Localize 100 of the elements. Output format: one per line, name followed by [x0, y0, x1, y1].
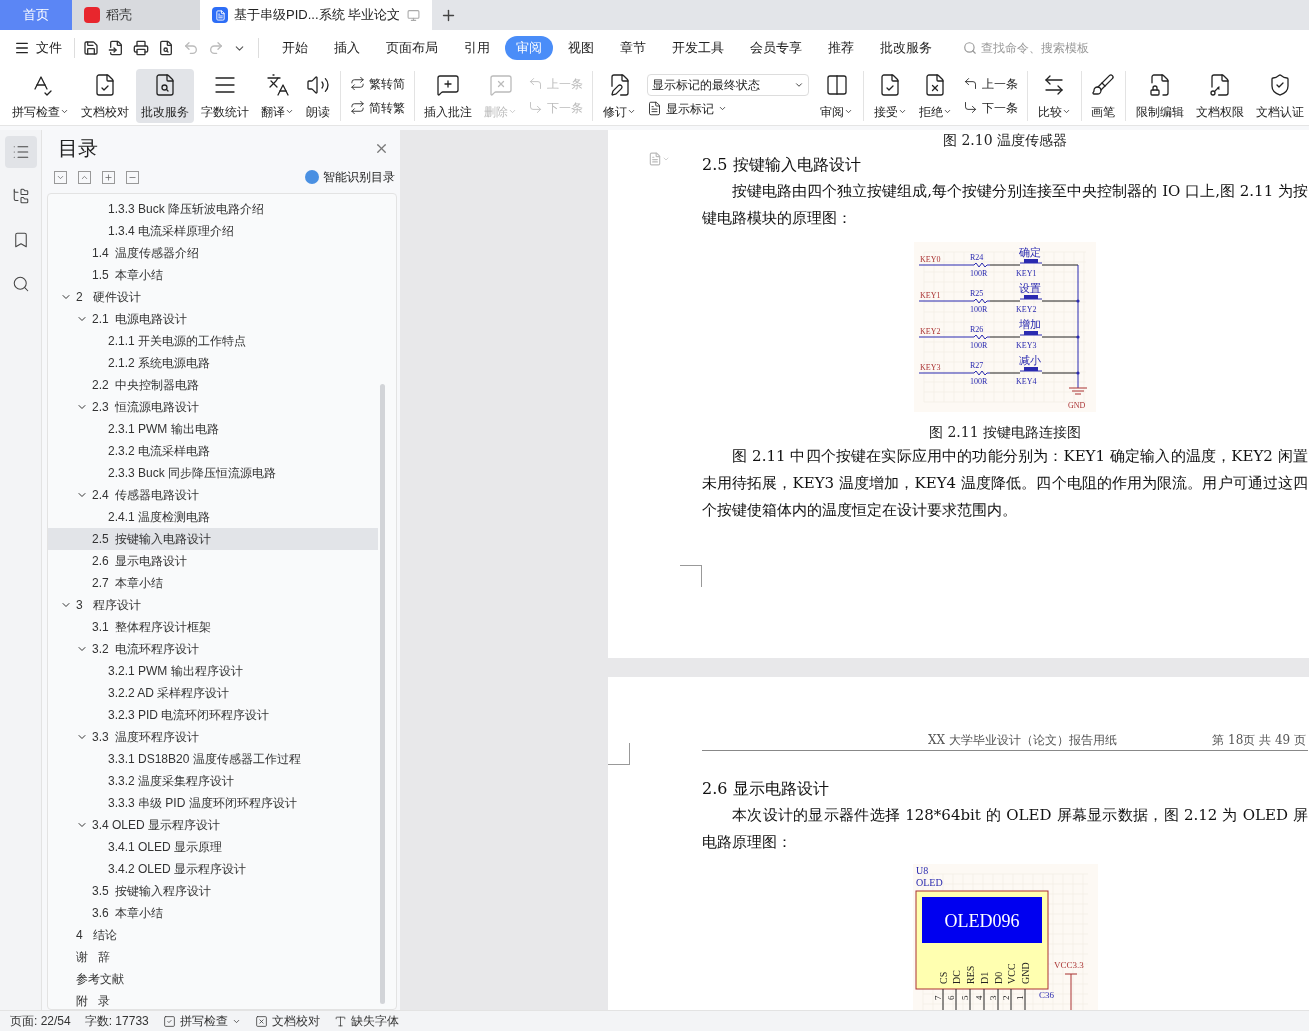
schematic-label: 100R [970, 377, 988, 386]
file-menu[interactable]: 文件 [14, 38, 62, 58]
outline-item[interactable]: 2.2 中央控制器电路 [48, 374, 378, 396]
next-icon [962, 100, 978, 115]
outline-item[interactable]: 1.5 本章小结 [48, 264, 378, 286]
schematic-label: DC [950, 970, 962, 984]
menu-tab[interactable]: 插入 [323, 36, 371, 60]
smart-toc-button[interactable]: 智能识别目录 [305, 168, 395, 186]
menu-tab[interactable]: 引用 [453, 36, 501, 60]
ribbon-small-button[interactable]: 简转繁 [349, 98, 405, 117]
preview-icon[interactable] [158, 40, 174, 56]
outline-item[interactable]: 2.1.1 开关电源的工作特点 [48, 330, 378, 352]
outline-item[interactable]: 3.1 整体程序设计框架 [48, 616, 378, 638]
outline-item[interactable]: 4 结论 [48, 924, 378, 946]
document-tab[interactable]: 基于串级PID...系统 毕业论文 [200, 0, 432, 30]
outline-item[interactable]: 2.3 恒流源电路设计 [48, 396, 378, 418]
outline-item[interactable]: 附 录 [48, 990, 378, 1009]
markup-dropdown[interactable]: 显示标记的最终状态 [647, 73, 810, 96]
menu-tab[interactable]: 章节 [609, 36, 657, 60]
outline-item[interactable]: 3.3.2 温度采集程序设计 [48, 770, 378, 792]
outline-item[interactable]: 参考文献 [48, 968, 378, 990]
menu-tab[interactable]: 页面布局 [375, 36, 449, 60]
ribbon-button[interactable]: 字数统计 [196, 68, 254, 123]
ribbon-button[interactable]: 审阅 [815, 68, 859, 123]
ribbon-button[interactable]: 朗读 [301, 68, 335, 123]
outline-item[interactable]: 谢 辞 [48, 946, 378, 968]
outline-item[interactable]: 2.4 传感器电路设计 [48, 484, 378, 506]
minus-icon[interactable] [126, 170, 139, 184]
ribbon-button[interactable]: 文档权限 [1191, 68, 1250, 123]
pin-line [969, 988, 970, 1010]
ribbon-small-button[interactable]: 下一条 [962, 98, 1018, 117]
outline-item[interactable]: 3.2.2 AD 采样程序设计 [48, 682, 378, 704]
outline-item[interactable]: 2.5 按键输入电路设计 [48, 528, 378, 550]
outline-item[interactable]: 3.3 温度环程序设计 [48, 726, 378, 748]
status-button[interactable]: 缺失字体 [333, 1012, 399, 1030]
app-tab[interactable]: 稻壳 [72, 0, 200, 30]
menu-tab[interactable]: 开发工具 [661, 36, 735, 60]
menu-tab[interactable]: 视图 [557, 36, 605, 60]
outline-item[interactable]: 2 硬件设计 [48, 286, 378, 308]
scrollbar[interactable] [380, 384, 385, 1004]
outline-item[interactable]: 3.3.1 DS18B20 温度传感器工作过程 [48, 748, 378, 770]
page-header-title: XX 大学毕业设计（论文）报告用纸 [928, 732, 1117, 749]
menu-tab[interactable]: 开始 [271, 36, 319, 60]
ribbon-button[interactable]: 拼写检查 [7, 68, 74, 123]
box-x-icon [254, 1014, 268, 1028]
ribbon-button[interactable]: 比较 [1032, 68, 1076, 123]
outline-item[interactable]: 1.4 温度传感器介绍 [48, 242, 378, 264]
outline-item[interactable]: 2.1.2 系统电源电路 [48, 352, 378, 374]
outline-item[interactable]: 2.1 电源电路设计 [48, 308, 378, 330]
status-button[interactable]: 文档校对 [254, 1012, 320, 1030]
convert-icon [349, 100, 365, 115]
status-button[interactable]: 拼写检查 [162, 1012, 241, 1030]
outline-item[interactable]: 2.3.2 电流采样电路 [48, 440, 378, 462]
outline-item[interactable]: 3.2.3 PID 电流环闭环程序设计 [48, 704, 378, 726]
ribbon-button[interactable]: 翻译 [256, 68, 299, 123]
plus-icon[interactable] [102, 170, 115, 184]
ribbon-button[interactable]: 文档校对 [76, 68, 134, 123]
outline-item[interactable]: 3.4 OLED 显示程序设计 [48, 814, 378, 836]
ribbon-button[interactable]: 接受 [868, 68, 912, 123]
outline-item[interactable]: 3.6 本章小结 [48, 902, 378, 924]
outline-item[interactable]: 2.7 本章小结 [48, 572, 378, 594]
save-icon[interactable] [83, 40, 99, 56]
menu-tab[interactable]: 推荐 [817, 36, 865, 60]
menu-tab[interactable]: 批改服务 [869, 36, 943, 60]
outline-item[interactable]: 2.3.3 Buck 同步降压恒流源电路 [48, 462, 378, 484]
export-icon[interactable] [108, 40, 124, 56]
collapse-all-icon[interactable] [54, 170, 67, 184]
outline-item[interactable]: 2.3.1 PWM 输出电路 [48, 418, 378, 440]
outline-item[interactable]: 3.4.1 OLED 显示原理 [48, 836, 378, 858]
ribbon-button[interactable]: 文档认证 [1251, 68, 1309, 123]
paragraph-marker-icon[interactable] [648, 152, 670, 166]
outline-item[interactable]: 3.2 电流环程序设计 [48, 638, 378, 660]
ribbon-button[interactable]: 批改服务 [136, 68, 194, 123]
ribbon-button[interactable]: 画笔 [1086, 68, 1121, 123]
ribbon-small-button[interactable]: 上一条 [962, 74, 1018, 93]
ribbon-small-button[interactable]: 繁转简 [349, 74, 405, 93]
expand-all-icon[interactable] [78, 170, 91, 184]
print-icon[interactable] [133, 40, 149, 56]
menu-tab[interactable]: 会员专享 [739, 36, 813, 60]
schematic-label: KEY1 [920, 291, 941, 300]
schematic-label: 3 [987, 995, 998, 1000]
contents-icon[interactable] [4, 136, 37, 168]
schematic-label: C36 [1038, 990, 1054, 1000]
outline-item[interactable]: 2.4.1 温度检测电路 [48, 506, 378, 528]
outline-item[interactable]: 3.2.1 PWM 输出程序设计 [48, 660, 378, 682]
ribbon-button[interactable]: 限制编辑 [1131, 68, 1190, 123]
command-search-field[interactable]: 查找命令、搜索模板 [963, 39, 1131, 57]
show-markup-button[interactable]: 显示标记 [647, 99, 810, 118]
ribbon-button[interactable]: 插入批注 [419, 68, 478, 123]
outline-item[interactable]: 2.6 显示电路设计 [48, 550, 378, 572]
document-icon [647, 101, 663, 116]
outline-item[interactable]: 1.3.4 电流采样原理介绍 [48, 220, 378, 242]
outline-item[interactable]: 1.3.3 Buck 降压斩波电路介绍 [48, 198, 378, 220]
outline-item[interactable]: 3 程序设计 [48, 594, 378, 616]
ribbon-button[interactable]: 拒绝 [913, 68, 957, 123]
outline-item[interactable]: 3.4.2 OLED 显示程序设计 [48, 858, 378, 880]
ribbon-button[interactable]: 修订 [598, 68, 642, 123]
outline-item[interactable]: 3.5 按键输入程序设计 [48, 880, 378, 902]
outline-item[interactable]: 3.3.3 串级 PID 温度环闭环程序设计 [48, 792, 378, 814]
push-button-symbol [1019, 295, 1043, 300]
